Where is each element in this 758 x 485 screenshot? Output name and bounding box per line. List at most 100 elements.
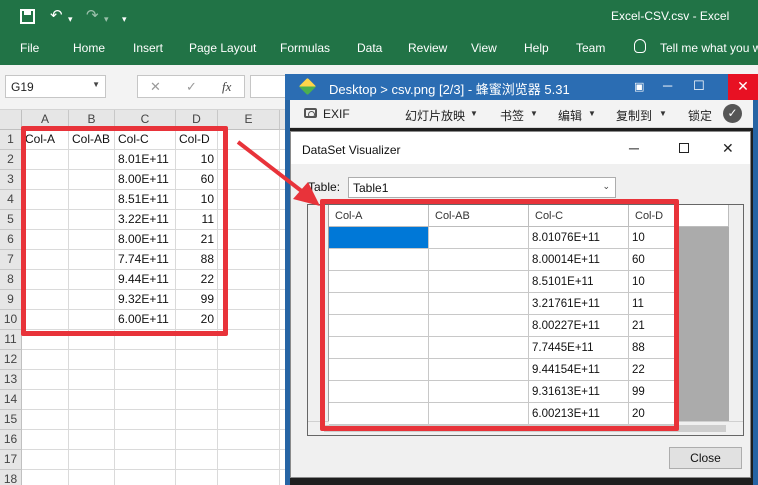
grid-cell[interactable] — [22, 270, 69, 290]
grid-cell[interactable] — [22, 230, 69, 250]
maximize-icon[interactable]: ☐ — [693, 78, 705, 94]
grid-cell[interactable] — [69, 210, 115, 230]
visualizer-cell[interactable] — [329, 249, 429, 271]
tab-review[interactable]: Review — [408, 41, 447, 55]
grid-cell[interactable]: 99 — [176, 290, 218, 310]
grid-cell[interactable]: 8.00E+11 — [115, 170, 176, 190]
visualizer-cell[interactable]: 10 — [629, 271, 678, 293]
row-header[interactable]: 15 — [0, 410, 22, 430]
visualizer-cell[interactable]: 21 — [629, 315, 678, 337]
chevron-down-icon[interactable]: ▼ — [659, 109, 667, 118]
visualizer-cell[interactable] — [329, 227, 429, 249]
bookmarks-button[interactable]: 书签 — [500, 107, 524, 124]
customize-toolbar-icon[interactable]: ▾ — [122, 10, 127, 28]
enter-icon[interactable]: ✓ — [186, 79, 197, 95]
visualizer-cell[interactable]: 9.44154E+11 — [529, 359, 629, 381]
visualizer-column-header[interactable]: Col-D — [629, 205, 678, 227]
row-header[interactable]: 17 — [0, 450, 22, 470]
grid-cell[interactable] — [176, 450, 218, 470]
grid-cell[interactable] — [115, 470, 176, 485]
visualizer-cell[interactable]: 8.5101E+11 — [529, 271, 629, 293]
grid-cell[interactable] — [69, 290, 115, 310]
grid-cell[interactable] — [218, 190, 280, 210]
fullscreen-icon[interactable]: ▣ — [634, 80, 644, 93]
dialog-title-bar[interactable]: DataSet Visualizer ─ ✕ — [291, 132, 750, 164]
tell-me-search[interactable]: Tell me what you w — [660, 41, 758, 55]
name-box[interactable]: G19 ▼ — [5, 75, 106, 98]
minimize-icon[interactable]: ─ — [663, 78, 672, 93]
grid-cell[interactable]: 6.00E+11 — [115, 310, 176, 330]
grid-cell[interactable]: 8.01E+11 — [115, 150, 176, 170]
visualizer-cell[interactable] — [329, 337, 429, 359]
row-header[interactable]: 14 — [0, 390, 22, 410]
grid-cell[interactable] — [218, 390, 280, 410]
visualizer-column-header[interactable]: Col-AB — [429, 205, 529, 227]
row-header[interactable]: 4 — [0, 190, 22, 210]
grid-cell[interactable] — [69, 230, 115, 250]
grid-cell[interactable] — [218, 330, 280, 350]
grid-cell[interactable] — [218, 370, 280, 390]
row-header[interactable]: 3 — [0, 170, 22, 190]
visualizer-cell[interactable] — [429, 315, 529, 337]
visualizer-cell[interactable] — [429, 227, 529, 249]
grid-cell[interactable] — [22, 410, 69, 430]
grid-cell[interactable] — [176, 430, 218, 450]
grid-cell[interactable] — [69, 270, 115, 290]
maximize-icon[interactable] — [679, 143, 689, 153]
viewer-title-bar[interactable]: Desktop > csv.png [2/3] - 蜂蜜浏览器 5.31 ▣ ─… — [285, 74, 758, 100]
visualizer-column-header[interactable]: Col-A — [329, 205, 429, 227]
tab-page-layout[interactable]: Page Layout — [189, 41, 256, 55]
visualizer-cell[interactable]: 6.00213E+11 — [529, 403, 629, 425]
grid-cell[interactable]: 8.00E+11 — [115, 230, 176, 250]
visualizer-cell[interactable]: 8.00014E+11 — [529, 249, 629, 271]
tab-formulas[interactable]: Formulas — [280, 41, 330, 55]
undo-icon[interactable]: ↶ — [50, 7, 63, 25]
grid-cell[interactable] — [218, 130, 280, 150]
row-header[interactable]: 11 — [0, 330, 22, 350]
column-header-e[interactable]: E — [218, 110, 280, 130]
grid-cell[interactable]: 88 — [176, 250, 218, 270]
grid-cell[interactable] — [69, 170, 115, 190]
grid-cell[interactable] — [22, 450, 69, 470]
slideshow-button[interactable]: 幻灯片放映 — [405, 107, 465, 124]
grid-cell[interactable] — [22, 210, 69, 230]
column-header-b[interactable]: B — [69, 110, 115, 130]
grid-cell[interactable] — [218, 270, 280, 290]
grid-cell[interactable] — [115, 410, 176, 430]
row-header[interactable]: 7 — [0, 250, 22, 270]
grid-cell[interactable] — [115, 330, 176, 350]
visualizer-cell[interactable]: 8.01076E+11 — [529, 227, 629, 249]
chevron-down-icon[interactable]: ▼ — [588, 109, 596, 118]
exif-button[interactable]: EXIF — [323, 107, 350, 121]
copy-to-button[interactable]: 复制到 — [616, 107, 652, 124]
visualizer-cell[interactable]: 20 — [629, 403, 678, 425]
grid-cell[interactable] — [218, 450, 280, 470]
row-header[interactable]: 13 — [0, 370, 22, 390]
tab-help[interactable]: Help — [524, 41, 549, 55]
grid-cell[interactable]: 22 — [176, 270, 218, 290]
visualizer-cell[interactable]: 7.7445E+11 — [529, 337, 629, 359]
visualizer-cell[interactable]: 99 — [629, 381, 678, 403]
visualizer-cell[interactable] — [329, 403, 429, 425]
grid-cell[interactable] — [22, 370, 69, 390]
grid-cell[interactable] — [218, 350, 280, 370]
column-header-c[interactable]: C — [115, 110, 176, 130]
vertical-scrollbar[interactable] — [729, 205, 743, 421]
visualizer-cell[interactable] — [429, 337, 529, 359]
tab-view[interactable]: View — [471, 41, 497, 55]
data-grid-view[interactable]: Col-A Col-AB Col-C Col-D 8.01076E+11 10 8.0001… — [307, 204, 744, 436]
select-all-corner[interactable] — [0, 110, 22, 130]
grid-cell[interactable] — [69, 150, 115, 170]
grid-cell[interactable]: 10 — [176, 150, 218, 170]
grid-cell[interactable] — [69, 470, 115, 485]
row-header[interactable]: 16 — [0, 430, 22, 450]
grid-cell[interactable] — [218, 150, 280, 170]
visualizer-cell[interactable]: 8.00227E+11 — [529, 315, 629, 337]
grid-cell[interactable]: 8.51E+11 — [115, 190, 176, 210]
grid-cell[interactable] — [218, 230, 280, 250]
grid-cell[interactable] — [22, 250, 69, 270]
visualizer-cell[interactable] — [429, 249, 529, 271]
grid-cell[interactable]: 10 — [176, 190, 218, 210]
grid-cell[interactable] — [115, 450, 176, 470]
row-header[interactable]: 10 — [0, 310, 22, 330]
